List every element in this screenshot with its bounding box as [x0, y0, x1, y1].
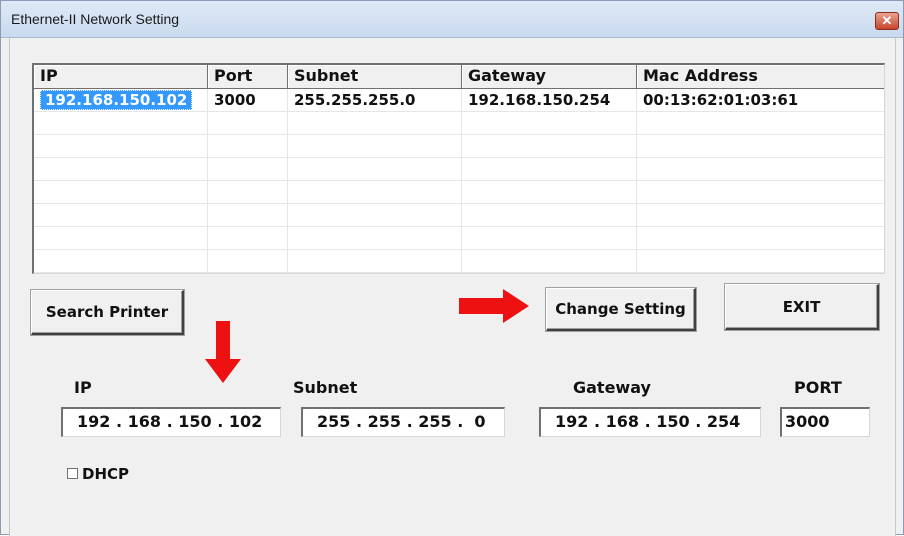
right-arrow-icon [459, 289, 529, 323]
port-field[interactable]: 3000 [780, 407, 870, 437]
gateway-field[interactable]: 192 . 168 . 150 . 254 [539, 407, 761, 437]
cell-port: 3000 [214, 91, 256, 109]
cell-subnet: 255.255.255.0 [294, 91, 416, 109]
column-header-subnet[interactable]: Subnet [288, 65, 462, 89]
table-row [34, 158, 884, 181]
exit-button[interactable]: EXIT [725, 284, 879, 330]
table-row[interactable]: 192.168.150.102 3000 255.255.255.0 192.1… [34, 89, 884, 112]
subnet-field[interactable]: 255 . 255 . 255 . 0 [301, 407, 505, 437]
dhcp-checkbox[interactable] [67, 468, 78, 479]
dhcp-label[interactable]: DHCP [82, 465, 129, 483]
table-row [34, 227, 884, 250]
column-header-mac[interactable]: Mac Address [637, 65, 884, 89]
printer-list[interactable]: IP Port Subnet Gateway Mac Address 192.1… [32, 63, 885, 274]
port-label: PORT [794, 378, 842, 397]
close-icon: ✕ [881, 13, 893, 28]
cell-gateway: 192.168.150.254 [468, 91, 611, 109]
column-header-port[interactable]: Port [208, 65, 288, 89]
window-title: Ethernet-II Network Setting [11, 11, 180, 27]
gateway-label: Gateway [573, 378, 651, 397]
table-row [34, 204, 884, 227]
table-row [34, 181, 884, 204]
column-header-ip[interactable]: IP [34, 65, 208, 89]
ip-address-field[interactable]: 192 . 168 . 150 . 102 [61, 407, 281, 437]
table-row [34, 250, 884, 273]
title-bar: Ethernet-II Network Setting ✕ [1, 1, 903, 38]
network-setting-window: Ethernet-II Network Setting ✕ IP Port Su… [0, 0, 904, 536]
column-header-gateway[interactable]: Gateway [462, 65, 637, 89]
subnet-label: Subnet [293, 378, 358, 397]
down-arrow-icon [205, 321, 241, 383]
cell-mac: 00:13:62:01:03:61 [643, 91, 799, 109]
close-button[interactable]: ✕ [875, 12, 899, 30]
table-row [34, 112, 884, 135]
ip-label: IP [74, 378, 92, 397]
table-row [34, 135, 884, 158]
change-setting-button[interactable]: Change Setting [546, 288, 696, 331]
cell-ip: 192.168.150.102 [40, 90, 193, 110]
search-printer-button[interactable]: Search Printer [31, 290, 184, 335]
